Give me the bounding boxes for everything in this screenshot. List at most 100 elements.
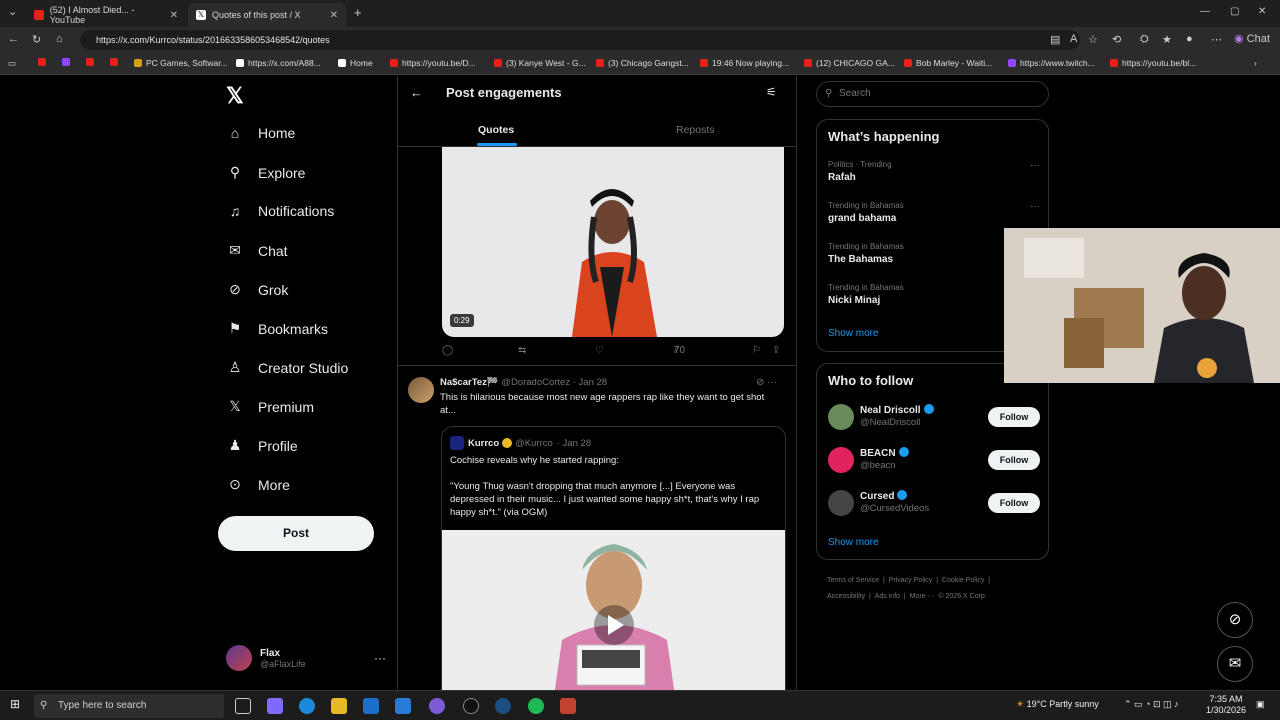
- nav-premium[interactable]: 𝕏 Premium: [226, 398, 314, 415]
- quoted-post[interactable]: Kurrco @Kurrco · Jan 28 Cochise reveals …: [441, 426, 786, 690]
- bookmark-item[interactable]: Home: [338, 58, 373, 68]
- nav-notifications[interactable]: ♫ Notifications: [226, 203, 335, 219]
- close-icon[interactable]: ✕: [170, 10, 178, 21]
- bookmark-item[interactable]: (3) Kanye West - G...: [494, 58, 586, 68]
- x-logo-icon[interactable]: 𝕏: [226, 83, 244, 109]
- weather-widget[interactable]: ☀ 19°C Partly sunny: [1016, 699, 1099, 710]
- bookmark-item[interactable]: https://youtu.be/D...: [390, 58, 476, 68]
- grok-floating-button[interactable]: ⊘: [1217, 602, 1253, 638]
- nav-profile[interactable]: ♟ Profile: [226, 437, 298, 454]
- tab-reposts[interactable]: Reposts: [676, 124, 715, 136]
- more-dots-icon[interactable]: ···: [1030, 201, 1040, 212]
- show-more-link[interactable]: Show more: [828, 328, 879, 339]
- post-button[interactable]: Post: [218, 516, 374, 551]
- clock[interactable]: 7:35 AM 1/30/2026: [1206, 694, 1246, 716]
- follow-button[interactable]: Follow: [988, 450, 1040, 470]
- edge-icon[interactable]: [299, 698, 315, 714]
- refresh-icon[interactable]: ↻: [32, 33, 41, 46]
- bookmark-item[interactable]: (3) Chicago Gangst...: [596, 58, 689, 68]
- nav-bookmarks[interactable]: ⚑ Bookmarks: [226, 320, 328, 337]
- obs-icon[interactable]: [463, 698, 479, 714]
- footer-link[interactable]: Ads info: [875, 593, 900, 600]
- nav-more[interactable]: ⊙ More: [226, 476, 290, 493]
- account-switcher[interactable]: Flax @aFlaxLife ···: [226, 645, 386, 671]
- copilot-chat-button[interactable]: ◉ Chat: [1234, 32, 1274, 45]
- windows-start-icon[interactable]: ⊞: [10, 697, 20, 711]
- bookmark-icon[interactable]: ⚐: [752, 345, 761, 356]
- follow-suggestion[interactable]: Neal Driscoll @NealDriscoll Follow: [828, 402, 1040, 432]
- bookmark-youtube-icon[interactable]: [38, 58, 50, 66]
- taskbar-search[interactable]: ⚲ Type here to search: [34, 694, 224, 718]
- bookmark-item[interactable]: (12) CHICAGO GA...: [804, 58, 895, 68]
- grok-icon[interactable]: ⊘: [756, 377, 764, 388]
- store-icon[interactable]: [363, 698, 379, 714]
- reading-list-icon[interactable]: ▭: [8, 58, 16, 69]
- nav-home[interactable]: ⌂ Home: [226, 125, 296, 141]
- new-tab-button[interactable]: +: [354, 5, 362, 20]
- bookmark-twitch-icon[interactable]: [62, 58, 74, 66]
- app-icon[interactable]: [429, 698, 445, 714]
- author-name[interactable]: Na$carTez🏁: [440, 377, 499, 388]
- bookmark-item[interactable]: https://www.twitch...: [1008, 58, 1095, 68]
- tab-youtube[interactable]: (52) I Almost Died... - YouTube ✕: [26, 3, 186, 27]
- read-aloud-icon[interactable]: A: [1070, 33, 1077, 45]
- game-app-icon[interactable]: [560, 698, 576, 714]
- footer-link[interactable]: More ···: [910, 593, 935, 600]
- bookmark-item[interactable]: https://x.com/A88...: [236, 58, 321, 68]
- bookmark-youtube-icon[interactable]: [110, 58, 122, 66]
- home-browser-icon[interactable]: ⌂: [56, 33, 63, 45]
- tab-list-chevron-icon[interactable]: ⌄: [8, 5, 17, 18]
- repost-icon[interactable]: ⇆: [518, 345, 526, 356]
- quoted-video[interactable]: [442, 530, 785, 690]
- follow-button[interactable]: Follow: [988, 407, 1040, 427]
- search-input[interactable]: ⚲ Search: [816, 81, 1049, 107]
- mail-app-icon[interactable]: [395, 698, 411, 714]
- split-screen-icon[interactable]: ▤: [1050, 33, 1060, 46]
- nav-explore[interactable]: ⚲ Explore: [226, 164, 306, 181]
- tab-x-quotes[interactable]: 𝕏 Quotes of this post / X ✕: [188, 3, 346, 27]
- follow-suggestion[interactable]: Cursed @CursedVideos Follow: [828, 488, 1040, 518]
- profile-avatar-icon[interactable]: ●: [1186, 33, 1193, 45]
- more-dots-icon[interactable]: ···: [374, 651, 386, 665]
- close-window-icon[interactable]: ✕: [1258, 6, 1266, 17]
- steam-icon[interactable]: [495, 698, 511, 714]
- share-icon[interactable]: ⇪: [772, 345, 780, 356]
- more-dots-icon[interactable]: ···: [1030, 160, 1040, 171]
- nav-grok[interactable]: ⊘ Grok: [226, 281, 288, 298]
- author-handle[interactable]: @DoradoCortez: [501, 377, 570, 388]
- bookmark-item[interactable]: Bob Marley - Waiti...: [904, 58, 992, 68]
- system-tray-icons[interactable]: ⌃ ▭ ◔ ⊡ ◫ ♪: [1124, 699, 1179, 710]
- sliders-icon[interactable]: ⚟: [766, 85, 777, 99]
- follow-button[interactable]: Follow: [988, 493, 1040, 513]
- nav-creator-studio[interactable]: ♙ Creator Studio: [226, 359, 349, 376]
- more-dots-icon[interactable]: ···: [767, 377, 777, 388]
- copilot-icon[interactable]: [267, 698, 283, 714]
- minimize-icon[interactable]: —: [1200, 6, 1210, 17]
- trend-item[interactable]: Trending in Bahamas grand bahama ···: [828, 201, 1040, 224]
- file-explorer-icon[interactable]: [331, 698, 347, 714]
- back-arrow-icon[interactable]: ←: [410, 85, 423, 100]
- video-player[interactable]: 0:29: [442, 147, 784, 337]
- url-field[interactable]: https://x.com/Kurrco/status/201663358605…: [80, 30, 1080, 50]
- favorite-star-icon[interactable]: ☆: [1088, 33, 1098, 46]
- nav-chat[interactable]: ✉ Chat: [226, 242, 287, 259]
- trend-item[interactable]: Politics · Trending Rafah ···: [828, 160, 1040, 183]
- avatar[interactable]: [408, 377, 434, 403]
- follow-suggestion[interactable]: BEACN @beacn Follow: [828, 445, 1040, 475]
- bookmark-item[interactable]: https://youtu.be/bl...: [1110, 58, 1196, 68]
- bookmark-item[interactable]: PC Games, Softwar...: [134, 58, 228, 68]
- footer-link[interactable]: Terms of Service: [827, 577, 879, 584]
- post-date[interactable]: · Jan 28: [573, 377, 607, 388]
- footer-link[interactable]: Cookie Policy: [942, 577, 984, 584]
- tab-quotes[interactable]: Quotes: [478, 124, 514, 136]
- bookmark-item[interactable]: 19:46 Now playing...: [700, 58, 789, 68]
- close-icon[interactable]: ✕: [330, 10, 338, 21]
- footer-link[interactable]: Privacy Policy: [889, 577, 933, 584]
- bookmarks-overflow-icon[interactable]: ›: [1254, 58, 1257, 68]
- footer-link[interactable]: Accessibility: [827, 593, 865, 600]
- show-more-link[interactable]: Show more: [828, 537, 879, 548]
- collections-icon[interactable]: ⛭: [1140, 33, 1149, 46]
- maximize-icon[interactable]: ▢: [1230, 6, 1239, 17]
- browser-menu-icon[interactable]: ⋯: [1211, 33, 1222, 46]
- messages-floating-button[interactable]: ✉: [1217, 646, 1253, 682]
